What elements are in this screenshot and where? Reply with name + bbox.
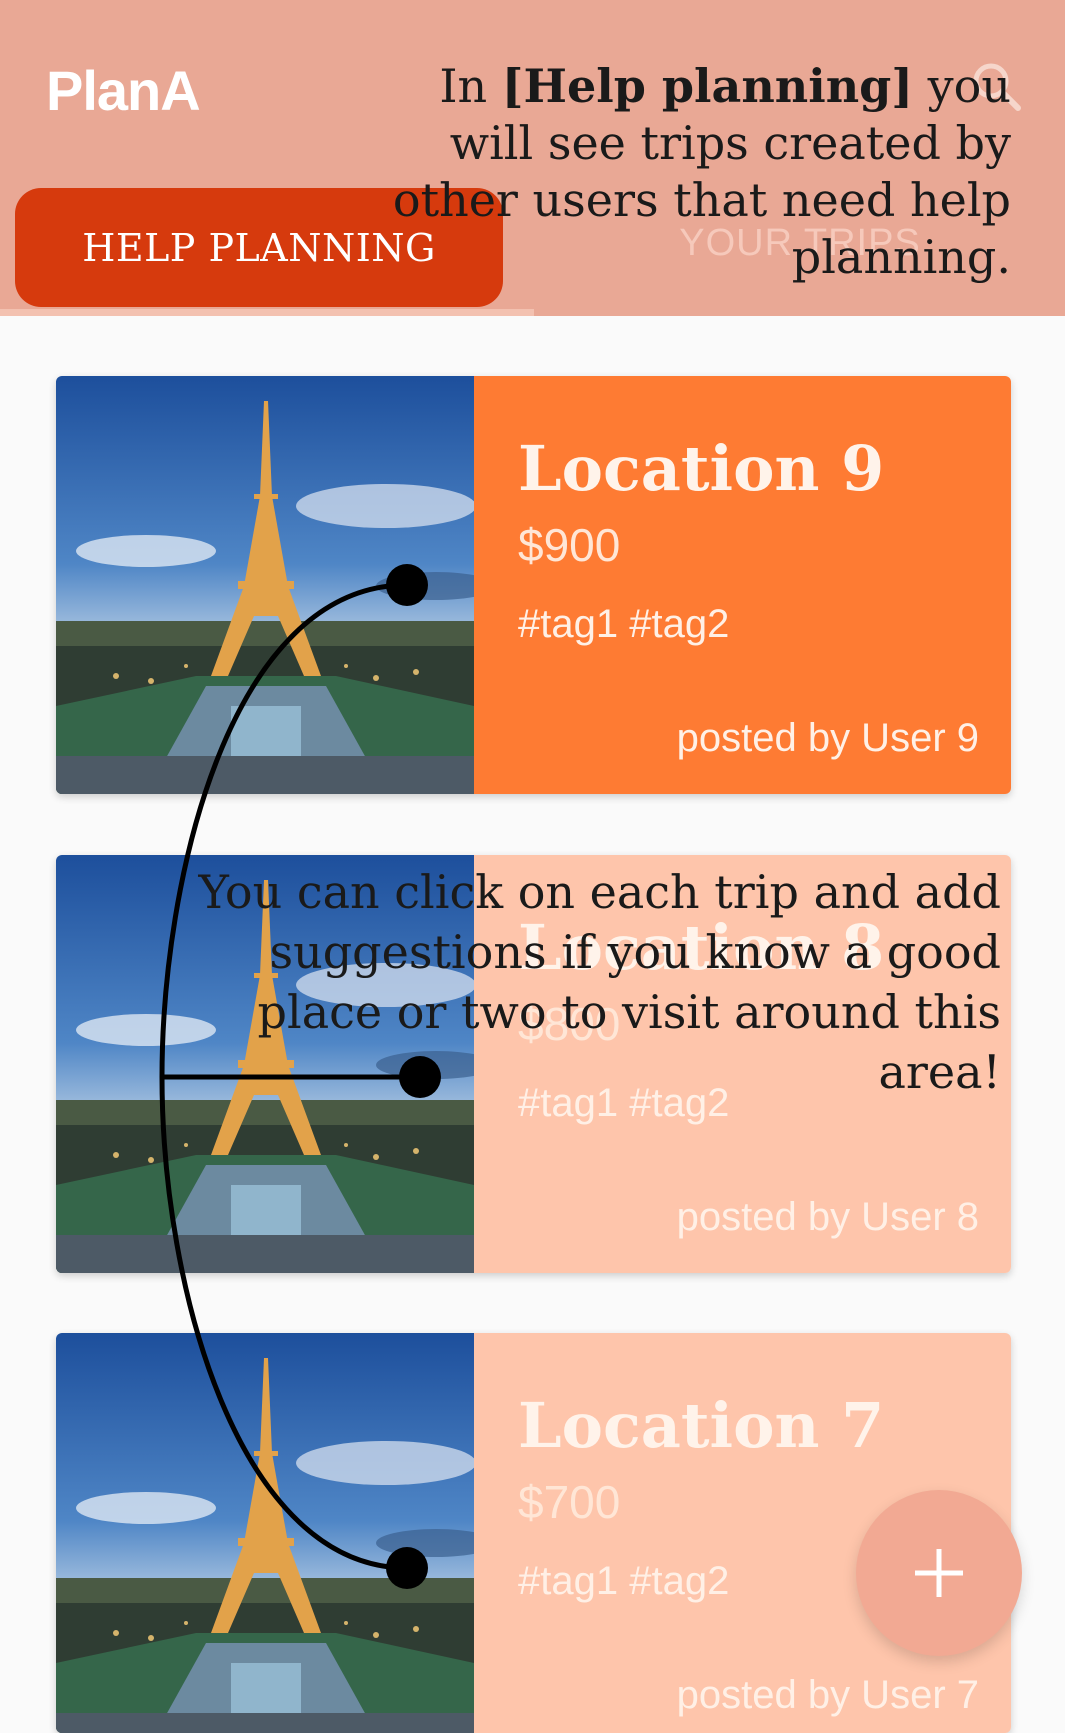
tutorial-pointer [159, 564, 441, 1589]
